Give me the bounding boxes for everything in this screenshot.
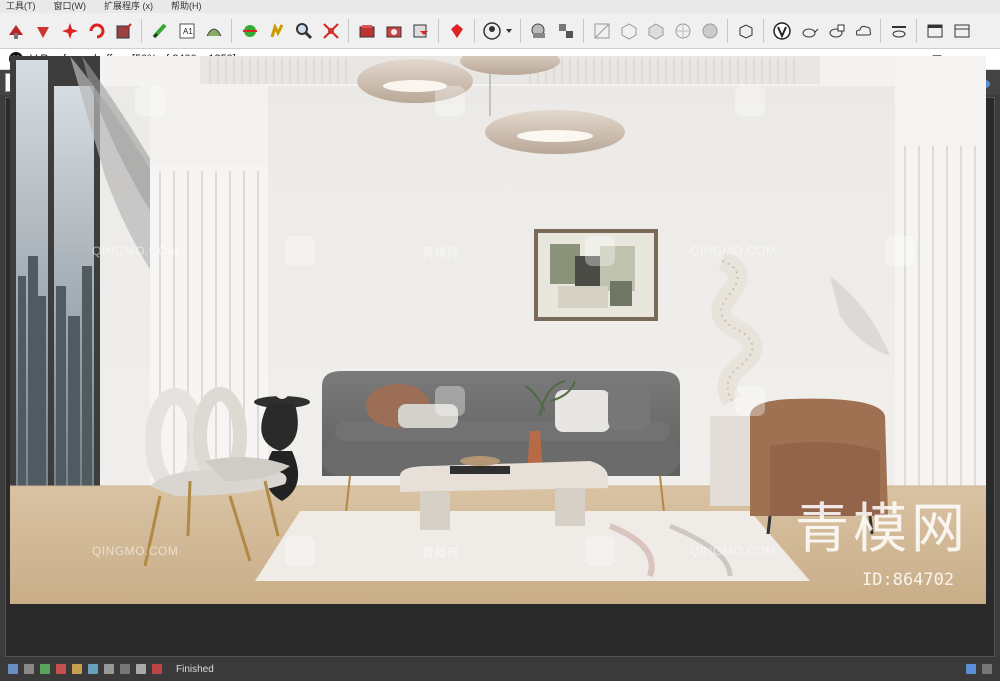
viewport-icon-3[interactable] (644, 19, 668, 43)
layer-icon[interactable] (527, 19, 551, 43)
watermark-text-en: QINGMO.COM (690, 244, 777, 258)
watermark-text-en: QINGMO.COM (92, 244, 179, 258)
menu-window[interactable]: 窗口(W) (54, 0, 87, 13)
viewport-icon-1[interactable] (590, 19, 614, 43)
watermark-logo-icon (435, 386, 465, 416)
watermark-logo-icon (585, 236, 615, 266)
curve-icon[interactable] (72, 664, 82, 674)
menu-tools[interactable]: 工具(T) (6, 0, 36, 13)
menu-help[interactable]: 帮助(H) (171, 0, 202, 13)
watermark-text-cn: 青模网 (422, 246, 460, 260)
stereo-icon[interactable] (152, 664, 162, 674)
bind-icon[interactable] (58, 19, 82, 43)
watermark-logo-icon (735, 86, 765, 116)
watermark-logo-icon (285, 236, 315, 266)
watermark-logo-icon (735, 386, 765, 416)
vfb-statusbar: Finished (0, 657, 1000, 681)
menu-extensions[interactable]: 扩展程序 (x) (104, 0, 153, 13)
teapot-icon[interactable] (797, 19, 821, 43)
histogram-icon[interactable] (24, 664, 34, 674)
watermark-text-en: QINGMO.COM (92, 544, 179, 558)
fit-window-icon[interactable] (966, 664, 976, 674)
watermark-logo-icon (135, 86, 165, 116)
teapot-render-icon[interactable] (824, 19, 848, 43)
max-menubar: 工具(T) 窗口(W) 扩展程序 (x) 帮助(H) (0, 0, 1000, 13)
align-icon[interactable] (265, 19, 289, 43)
watermark-logo-icon (435, 86, 465, 116)
viewport-icon-2[interactable] (617, 19, 641, 43)
text-label-icon[interactable]: A1 (175, 19, 199, 43)
vray-icon[interactable] (770, 19, 794, 43)
window-icon-2[interactable] (950, 19, 974, 43)
render-setup-icon[interactable] (355, 19, 379, 43)
unlink-icon[interactable] (31, 19, 55, 43)
layer-manager-icon[interactable] (554, 19, 578, 43)
watermark-text-en: QINGMO.COM (690, 544, 777, 558)
render-frame-icon[interactable] (382, 19, 406, 43)
rotate-icon[interactable] (112, 19, 136, 43)
watermark-text-cn: 青模网 (422, 546, 460, 560)
cloud-icon[interactable] (851, 19, 875, 43)
exposure-icon[interactable] (56, 664, 66, 674)
rendered-image: QINGMO.COM 青模网 QINGMO.COM QINGMO.COM 青模网… (10, 56, 986, 604)
history-icon[interactable] (8, 664, 18, 674)
watermark-logo-icon (585, 536, 615, 566)
watermark-big-cn: 青模网 (795, 497, 969, 560)
svg-text:A1: A1 (183, 27, 193, 36)
watermark-logo-icon (285, 536, 315, 566)
viewport-icon-5[interactable] (698, 19, 722, 43)
select-link-icon[interactable] (4, 19, 28, 43)
viewport-icon-4[interactable] (671, 19, 695, 43)
edit-named-selection-icon[interactable] (148, 19, 172, 43)
settings-icon[interactable] (982, 664, 992, 674)
user-icon[interactable] (481, 19, 515, 43)
mirror-icon[interactable] (238, 19, 262, 43)
render-icon[interactable] (409, 19, 433, 43)
curve-editor-icon[interactable] (202, 19, 226, 43)
color-correction-icon[interactable] (40, 664, 50, 674)
material-editor-icon[interactable] (445, 19, 469, 43)
display-icon[interactable] (887, 19, 911, 43)
max-main-toolbar: A1 (0, 13, 1000, 49)
pixel-info-icon[interactable] (104, 664, 114, 674)
zoom-icon[interactable] (292, 19, 316, 43)
watermark-id: ID:864702 (862, 570, 955, 590)
screen: 工具(T) 窗口(W) 扩展程序 (x) 帮助(H) A1 Finished Q… (0, 0, 1000, 681)
object-icon[interactable] (734, 19, 758, 43)
move-icon[interactable] (85, 19, 109, 43)
compare-icon[interactable] (120, 664, 130, 674)
watermark-logo-icon (885, 236, 915, 266)
window-icon[interactable] (923, 19, 947, 43)
lut-icon[interactable] (88, 664, 98, 674)
hdr-icon[interactable] (136, 664, 146, 674)
render-status: Finished (176, 663, 214, 675)
orbit-icon[interactable] (319, 19, 343, 43)
